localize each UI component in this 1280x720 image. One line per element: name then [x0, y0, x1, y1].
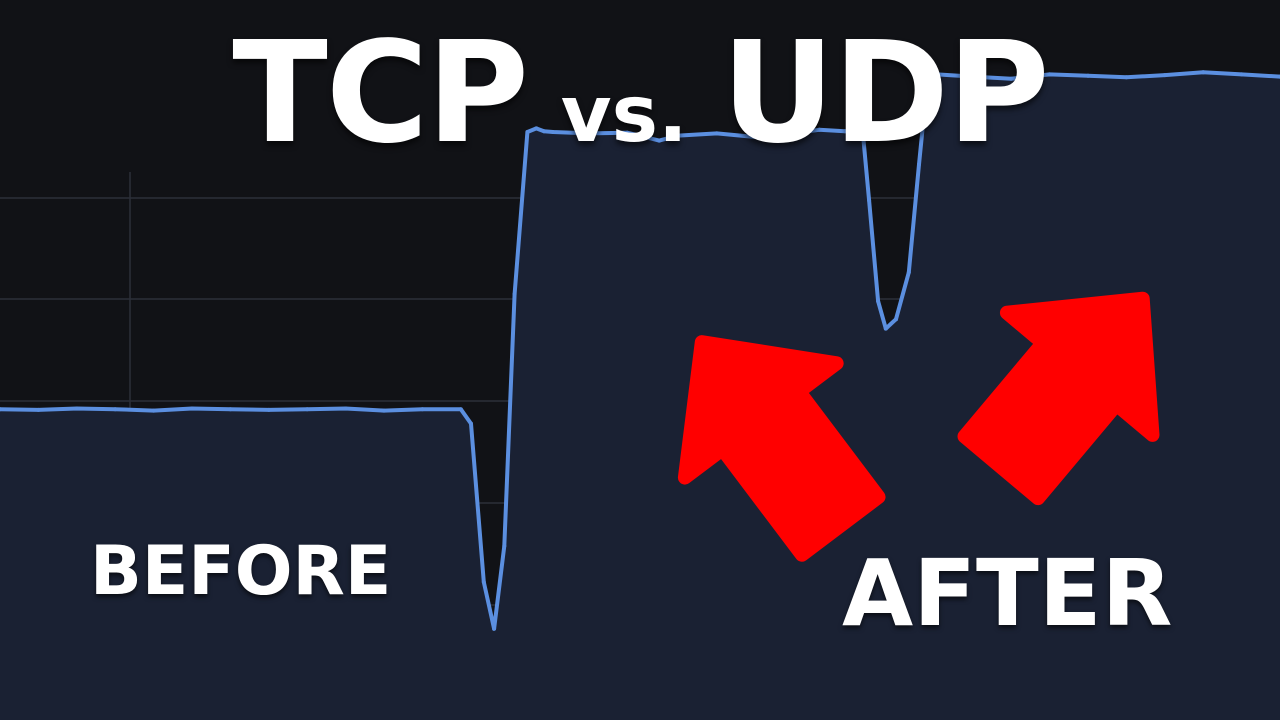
- after-label: AFTER: [842, 540, 1173, 647]
- page-title: TCP vs. UDP: [0, 12, 1280, 175]
- series-point: [458, 407, 463, 412]
- series-point: [190, 406, 194, 411]
- series-point: [305, 407, 310, 412]
- series-point: [420, 407, 425, 412]
- series-point: [906, 270, 911, 275]
- series-point: [894, 317, 898, 322]
- series-point: [481, 580, 486, 584]
- series-point: [113, 407, 118, 412]
- series-point: [876, 299, 881, 304]
- series-point: [36, 407, 41, 412]
- series-point: [151, 408, 156, 413]
- series-point: [74, 406, 79, 411]
- series-point: [382, 408, 386, 413]
- series-point: [492, 626, 497, 631]
- before-label: BEFORE: [90, 532, 392, 611]
- title-middle: vs.: [560, 70, 688, 160]
- series-point: [502, 544, 507, 548]
- title-right: UDP: [721, 12, 1049, 175]
- series-point: [228, 407, 233, 412]
- series-point: [867, 198, 872, 203]
- series-point: [883, 326, 888, 331]
- series-point: [512, 292, 517, 296]
- series-point: [343, 406, 348, 411]
- series-point: [266, 407, 271, 412]
- series-point: [469, 421, 473, 426]
- title-left: TCP: [232, 12, 529, 175]
